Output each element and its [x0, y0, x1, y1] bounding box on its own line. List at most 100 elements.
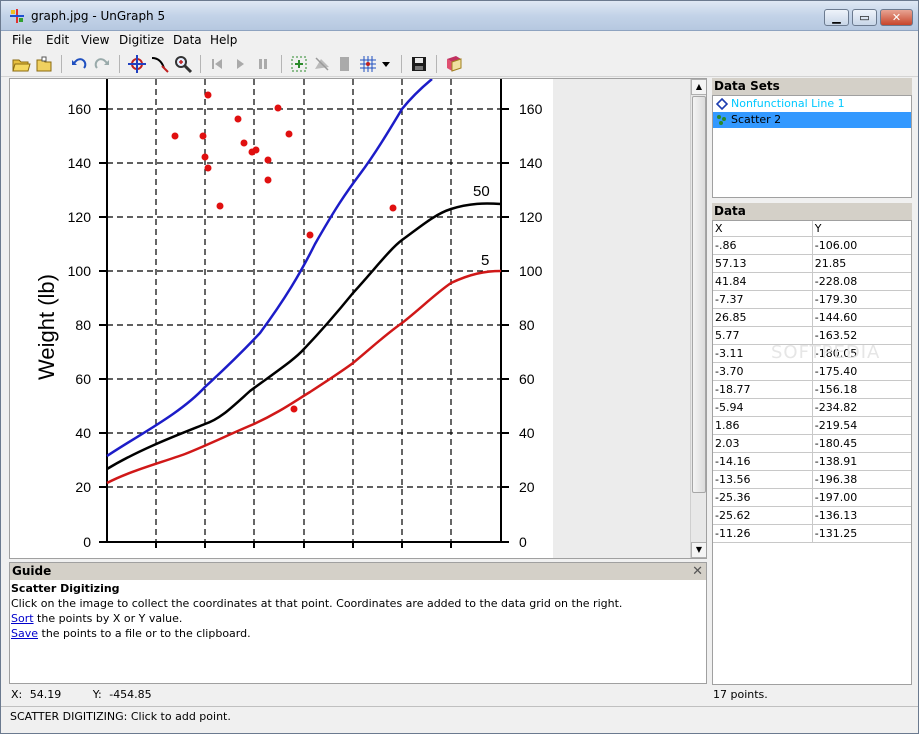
save-icon[interactable]	[409, 54, 429, 74]
cell-y[interactable]: -138.91	[812, 452, 911, 471]
dataset-item-line[interactable]: Nonfunctional Line 1	[713, 96, 911, 112]
table-header-row: X Y	[713, 221, 911, 237]
cell-x[interactable]: -14.16	[713, 452, 813, 471]
cell-x[interactable]: 41.84	[713, 272, 813, 291]
sort-link[interactable]: Sort	[11, 612, 34, 625]
cell-y[interactable]: -179.30	[812, 290, 911, 309]
cell-y[interactable]: -156.18	[812, 380, 911, 399]
cell-y[interactable]: -197.00	[812, 488, 911, 507]
table-row[interactable]: -.86 -106.00	[713, 236, 911, 255]
cell-y[interactable]: -180.45	[812, 434, 911, 453]
cell-x[interactable]: -18.77	[713, 380, 813, 399]
table-row[interactable]: -5.94 -234.82	[713, 398, 911, 417]
title-bar[interactable]: graph.jpg - UnGraph 5 ▁ ▭ ✕	[1, 1, 918, 31]
table-row[interactable]: 26.85 -144.60	[713, 308, 911, 327]
help-book-icon[interactable]	[444, 54, 464, 74]
open-recent-icon[interactable]	[34, 54, 54, 74]
menu-view[interactable]: View	[81, 33, 109, 47]
save-link[interactable]: Save	[11, 627, 38, 640]
cell-y[interactable]: -228.08	[812, 272, 911, 291]
add-point-icon[interactable]	[289, 54, 309, 74]
cell-x[interactable]: -11.26	[713, 524, 813, 543]
table-row[interactable]: -13.56 -196.38	[713, 470, 911, 489]
crosshair-icon[interactable]	[127, 54, 147, 74]
table-row[interactable]: 41.84 -228.08	[713, 272, 911, 291]
y-tick-labels-right: 160 140 120 100 80 60 40 20 0	[519, 101, 543, 550]
minimize-button[interactable]: ▁	[824, 9, 849, 26]
erase-points-icon[interactable]	[312, 54, 332, 74]
y-tick-label: 140	[519, 155, 543, 171]
graph-image[interactable]: 160 140 120 100 80 60 40 20 0 160 140 12…	[10, 79, 553, 559]
table-row[interactable]: -18.77 -156.18	[713, 380, 911, 399]
zoom-icon[interactable]	[173, 54, 193, 74]
close-button[interactable]: ✕	[880, 9, 913, 26]
table-row[interactable]: 57.13 21.85	[713, 254, 911, 273]
undo-icon[interactable]	[69, 54, 89, 74]
chevron-down-icon[interactable]	[380, 54, 392, 74]
maximize-button[interactable]: ▭	[852, 9, 877, 26]
grid-icon[interactable]	[358, 54, 378, 74]
column-header-y[interactable]: Y	[812, 221, 911, 237]
scatter-point	[285, 130, 293, 138]
cell-y[interactable]: -196.38	[812, 470, 911, 489]
block-icon[interactable]	[335, 54, 355, 74]
table-row[interactable]: -25.62 -136.13	[713, 506, 911, 525]
cell-x[interactable]: 1.86	[713, 416, 813, 435]
scroll-thumb[interactable]	[692, 96, 706, 493]
x-coord-label: X:	[11, 688, 23, 701]
cell-x[interactable]: -13.56	[713, 470, 813, 489]
scroll-up-button[interactable]: ▲	[691, 79, 706, 95]
table-row[interactable]: -25.36 -197.00	[713, 488, 911, 507]
menu-bar: File Edit View Digitize Data Help	[1, 31, 918, 51]
table-row[interactable]: -11.26 -131.25	[713, 524, 911, 543]
column-header-x[interactable]: X	[713, 221, 813, 237]
cell-x[interactable]: -25.62	[713, 506, 813, 525]
open-folder-icon[interactable]	[11, 54, 31, 74]
guide-header: Guide ✕	[10, 563, 706, 580]
cell-x[interactable]: -7.37	[713, 290, 813, 309]
menu-digitize[interactable]: Digitize	[119, 33, 164, 47]
cell-y[interactable]: -131.25	[812, 524, 911, 543]
trace-line-icon[interactable]	[150, 54, 170, 74]
scatter-point	[252, 146, 260, 154]
redo-icon[interactable]	[92, 54, 112, 74]
points-count: 17 points.	[713, 688, 768, 701]
menu-edit[interactable]: Edit	[46, 33, 69, 47]
scatter-point	[389, 204, 397, 212]
cell-x[interactable]: -5.94	[713, 398, 813, 417]
y-axis-label: Weight (lb)	[34, 274, 59, 380]
table-row[interactable]: -3.70 -175.40	[713, 362, 911, 381]
cell-x[interactable]: -.86	[713, 236, 813, 255]
first-icon[interactable]	[207, 54, 227, 74]
cell-y[interactable]: -234.82	[812, 398, 911, 417]
data-grid[interactable]: SOFTPEDIA X Y -.86 -106.00 57.13 21.85 41.84…	[712, 220, 912, 685]
y-tick-label: 80	[75, 317, 91, 333]
cell-x[interactable]: -25.36	[713, 488, 813, 507]
cell-y[interactable]: 21.85	[812, 254, 911, 273]
cell-y[interactable]: -219.54	[812, 416, 911, 435]
cell-x[interactable]: 2.03	[713, 434, 813, 453]
menu-help[interactable]: Help	[210, 33, 237, 47]
plot-vertical-scrollbar[interactable]: ▲ ▼	[690, 79, 706, 558]
cell-x[interactable]: -3.70	[713, 362, 813, 381]
table-row[interactable]: 1.86 -219.54	[713, 416, 911, 435]
cell-y[interactable]: -144.60	[812, 308, 911, 327]
scatter-point	[199, 132, 207, 140]
pause-icon[interactable]	[253, 54, 273, 74]
play-icon[interactable]	[230, 54, 250, 74]
dataset-item-scatter[interactable]: Scatter 2	[713, 112, 911, 128]
menu-data[interactable]: Data	[173, 33, 202, 47]
cell-y[interactable]: -175.40	[812, 362, 911, 381]
cell-x[interactable]: 26.85	[713, 308, 813, 327]
plot-canvas-pane[interactable]: 160 140 120 100 80 60 40 20 0 160 140 12…	[9, 78, 707, 559]
close-icon[interactable]: ✕	[692, 563, 703, 580]
table-row[interactable]: 2.03 -180.45	[713, 434, 911, 453]
cell-y[interactable]: -106.00	[812, 236, 911, 255]
scroll-down-button[interactable]: ▼	[691, 542, 706, 558]
menu-file[interactable]: File	[12, 33, 32, 47]
table-row[interactable]: -14.16 -138.91	[713, 452, 911, 471]
cell-x[interactable]: 57.13	[713, 254, 813, 273]
data-table[interactable]: X Y -.86 -106.00 57.13 21.85 41.84 -228.08 -7.…	[713, 221, 911, 543]
cell-y[interactable]: -136.13	[812, 506, 911, 525]
table-row[interactable]: -7.37 -179.30	[713, 290, 911, 309]
